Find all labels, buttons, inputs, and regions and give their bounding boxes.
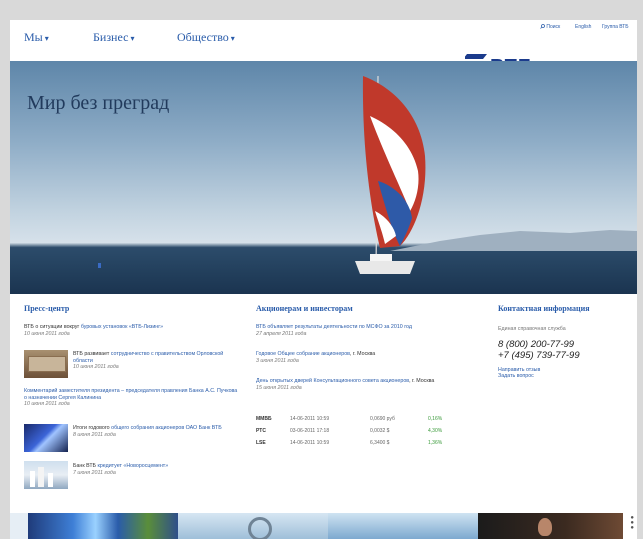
investor-news-link[interactable]: Годовое Общее собрание акционеров [256, 351, 350, 357]
investor-news-date: 3 июня 2011 года [256, 357, 299, 364]
promo-banner[interactable] [178, 513, 328, 539]
sailboat-illustration [355, 75, 426, 274]
news-date: 7 июня 2011 года [73, 469, 116, 476]
search-icon [540, 24, 545, 29]
quote-date: 14-06-2011 10:59 [290, 440, 330, 446]
investor-news-text: , г. Москва [349, 351, 376, 357]
quote-change: 4,30% [428, 428, 443, 434]
quote-date: 14-06-2011 10:59 [290, 416, 330, 422]
mountains-illustration [390, 230, 637, 251]
news-text: ВТБ развивает [73, 351, 110, 357]
helpline-label: Единая справочная служба [498, 326, 566, 332]
news-item[interactable]: Комментарий заместителя президента – пре… [24, 388, 239, 408]
quote-price: 0,0032 $ [370, 428, 390, 434]
chevron-down-icon: ▾ [230, 34, 235, 43]
phone-number[interactable]: +7 (495) 739-77-99 [498, 350, 633, 361]
news-item[interactable]: ВТБ о ситуации вокруг буровых установок … [24, 324, 234, 337]
search-link[interactable]: Поиск [540, 24, 560, 30]
chevron-down-icon: ▾ [44, 34, 49, 43]
news-text: ВТБ о ситуации вокруг [24, 324, 80, 330]
press-center-heading[interactable]: Пресс-центр [24, 304, 234, 313]
news-item[interactable]: Итоги годового общего собрания акционеро… [73, 425, 233, 438]
menu-we-label: Мы [24, 30, 43, 44]
promo-spacer [10, 513, 28, 539]
menu-business[interactable]: Бизнес ▾ [93, 30, 134, 45]
hero-title: Мир без преград [27, 92, 170, 114]
news-text: Банк ВТБ [73, 463, 97, 469]
investor-news-item[interactable]: Годовое Общее собрание акционеров, г. Мо… [256, 351, 461, 364]
press-center: Пресс-центр [24, 304, 234, 313]
menu-we[interactable]: Мы ▾ [24, 30, 49, 45]
promo-banner[interactable] [328, 513, 478, 539]
hero-banner[interactable]: Мир без преград [10, 61, 637, 294]
page: Мы ▾ Бизнес ▾ Общество ▾ Поиск English Груп… [10, 20, 637, 539]
ask-question-link[interactable]: Задать вопрос [498, 373, 633, 380]
news-date: 10 июня 2011 года [24, 401, 70, 407]
investor-news-link[interactable]: ВТБ объявляет результаты деятельности по… [256, 324, 412, 330]
investors-heading[interactable]: Акционерам и инвесторам [256, 304, 466, 313]
english-link-label: English [575, 24, 592, 30]
quote-date: 03-06-2011 17:18 [290, 428, 330, 434]
menu-business-label: Бизнес [93, 30, 129, 44]
quote-price: 0,0690 руб [370, 416, 395, 422]
news-date: 8 июня 2011 года [73, 431, 116, 438]
investor-news-text: , г. Москва [409, 378, 435, 384]
group-link-label: Группа ВТБ [602, 24, 629, 30]
news-thumbnail[interactable] [24, 350, 68, 378]
investor-news-item[interactable]: День открытых дверей Консультационного с… [256, 378, 461, 391]
quote-exchange: LSE [256, 440, 266, 446]
group-link[interactable]: Группа ВТБ [602, 24, 629, 30]
promo-strip [10, 513, 637, 539]
news-thumbnail[interactable] [24, 461, 68, 489]
news-thumbnail[interactable] [24, 424, 68, 452]
distant-buoy [98, 263, 101, 268]
promo-banner[interactable] [28, 513, 178, 539]
contacts-heading[interactable]: Контактная информация [498, 304, 633, 313]
promo-banner[interactable] [478, 513, 623, 539]
news-link[interactable]: кредитует «Новоросцемент» [98, 463, 169, 469]
menu-society-label: Общество [177, 30, 229, 44]
menu-society[interactable]: Общество ▾ [177, 30, 235, 45]
contacts-block: Единая справочная служба 8 (800) 200-77-… [498, 326, 633, 380]
quote-change: 1,36% [428, 440, 443, 446]
investors-section: Акционерам и инвесторам [256, 304, 466, 313]
quote-exchange: РТС [256, 428, 266, 434]
search-link-label: Поиск [546, 24, 561, 30]
news-item[interactable]: Банк ВТБ кредитует «Новоросцемент» 7 июн… [73, 463, 233, 476]
chevron-down-icon: ▾ [130, 34, 135, 43]
quote-exchange: ММВБ [256, 416, 272, 422]
english-link[interactable]: English [575, 24, 591, 30]
news-link[interactable]: общего собрания акционеров ОАО Банк ВТБ [111, 425, 222, 431]
carousel-dots[interactable]: ● ● ● [630, 515, 634, 531]
investor-news-date: 15 июня 2011 года [256, 384, 302, 391]
quote-price: 6,3400 $ [370, 440, 390, 446]
news-date: 10 июня 2011 года [24, 330, 70, 337]
news-text: Итоги годового [73, 425, 110, 431]
investor-news-item[interactable]: ВТБ объявляет результаты деятельности по… [256, 324, 461, 337]
quote-change: 0,16% [428, 416, 443, 422]
news-link[interactable]: Комментарий заместителя президента – пре… [24, 388, 237, 401]
news-date: 10 июня 2011 года [73, 364, 119, 370]
news-link[interactable]: буровых установок «ВТБ-Лизинг» [81, 324, 163, 330]
contacts-section: Контактная информация [498, 304, 633, 313]
news-item[interactable]: ВТБ развивает сотрудничество с правитель… [73, 351, 233, 371]
investor-news-link[interactable]: День открытых дверей Консультационного с… [256, 378, 409, 384]
investor-news-date: 27 апреля 2011 года [256, 330, 307, 337]
phone-number[interactable]: 8 (800) 200-77-99 [498, 339, 633, 350]
